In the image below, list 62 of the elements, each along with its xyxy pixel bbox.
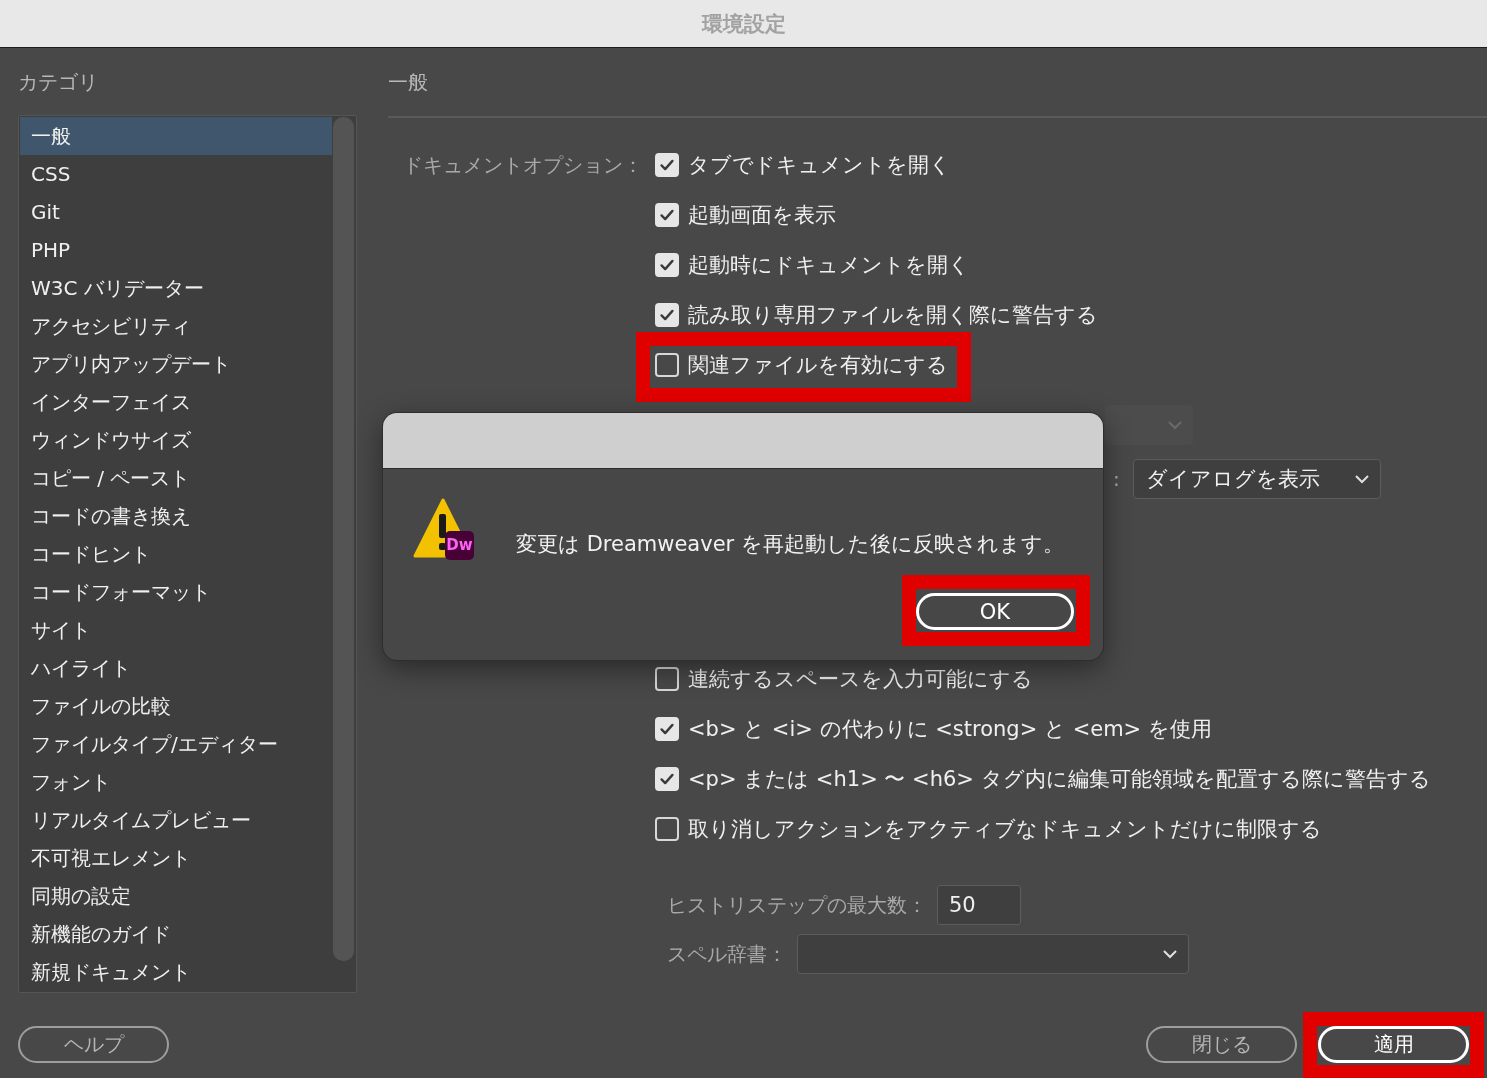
category-item[interactable]: ファイルの比較	[20, 687, 332, 725]
sidebar-heading: カテゴリ	[18, 70, 99, 94]
category-item[interactable]: アプリ内アップデート	[20, 345, 332, 383]
dropdown-field[interactable]: ダイアログを表示	[1133, 459, 1381, 499]
checkbox-label: 起動画面を表示	[688, 202, 836, 229]
category-item[interactable]: ファイルタイプ/エディター	[20, 725, 332, 763]
separator-colon: :	[1113, 467, 1121, 491]
checkbox-label: タブでドキュメントを開く	[688, 152, 951, 179]
checkbox[interactable]	[655, 153, 679, 177]
ok-button[interactable]: OK	[916, 593, 1074, 630]
checkbox[interactable]	[655, 253, 679, 277]
checkbox-label: <p> または <h1> 〜 <h6> タグ内に編集可能領域を配置する際に警告する	[688, 766, 1431, 793]
category-item[interactable]: 同期の設定	[20, 877, 332, 915]
field-label: ヒストリステップの最大数：	[667, 891, 927, 919]
panel-heading: 一般	[388, 70, 429, 94]
app-badge: Dw	[445, 531, 474, 560]
category-item[interactable]: 不可視エレメント	[20, 839, 332, 877]
checkbox-label: 取り消しアクションをアクティブなドキュメントだけに制限する	[688, 816, 1322, 843]
checkbox[interactable]	[655, 767, 679, 791]
chevron-icon	[1162, 949, 1178, 959]
checkbox-label: 起動時にドキュメントを開く	[688, 252, 970, 279]
category-item[interactable]: インターフェイス	[20, 383, 332, 421]
category-item[interactable]: PHP	[20, 231, 332, 269]
input-field[interactable]: 50	[937, 885, 1021, 925]
category-item[interactable]: コードの書き換え	[20, 497, 332, 535]
checkbox-label: <b> と <i> の代わりに <strong> と <em> を使用	[688, 716, 1212, 743]
checkbox[interactable]	[655, 667, 679, 691]
checkbox[interactable]	[655, 203, 679, 227]
category-item[interactable]: コードヒント	[20, 535, 332, 573]
checkbox[interactable]	[655, 303, 679, 327]
checkbox-label: 関連ファイルを有効にする	[688, 352, 948, 379]
field-label: スペル辞書：	[667, 940, 787, 968]
checkbox[interactable]	[655, 353, 679, 377]
window-title: 環境設定	[701, 10, 786, 38]
category-item[interactable]: CSS	[20, 155, 332, 193]
dropdown-field[interactable]	[1105, 405, 1193, 445]
chevron-icon	[1167, 420, 1183, 430]
category-item[interactable]: W3C バリデーター	[20, 269, 332, 307]
category-item[interactable]: 新機能のガイド	[20, 915, 332, 953]
category-item[interactable]: フォント	[20, 763, 332, 801]
dropdown-field[interactable]	[797, 934, 1189, 974]
category-item[interactable]: 新規ドキュメント	[20, 953, 332, 991]
category-item[interactable]: Git	[20, 193, 332, 231]
checkbox-label: 読み取り専用ファイルを開く際に警告する	[688, 302, 1098, 329]
checkbox[interactable]	[655, 817, 679, 841]
category-item[interactable]: アクセシビリティ	[20, 307, 332, 345]
category-item[interactable]: ウィンドウサイズ	[20, 421, 332, 459]
category-item[interactable]: サイト	[20, 611, 332, 649]
category-item[interactable]: ハイライト	[20, 649, 332, 687]
alert-message: 変更は Dreamweaver を再起動した後に反映されます。	[516, 531, 1064, 558]
category-item[interactable]: コードフォーマット	[20, 573, 332, 611]
option-group-label: ドキュメントオプション：	[403, 152, 643, 177]
category-item[interactable]: コピー / ペースト	[20, 459, 332, 497]
category-item[interactable]: 一般	[20, 117, 332, 155]
checkbox[interactable]	[655, 717, 679, 741]
checkbox-label: 連続するスペースを入力可能にする	[688, 666, 1033, 693]
chevron-icon	[1354, 474, 1370, 484]
apply-button[interactable]: 適用	[1318, 1026, 1469, 1063]
help-button[interactable]: ヘルプ	[18, 1026, 169, 1063]
scrollbar-thumb[interactable]	[333, 117, 354, 961]
category-item[interactable]: リアルタイムプレビュー	[20, 801, 332, 839]
close-button[interactable]: 閉じる	[1146, 1026, 1297, 1063]
